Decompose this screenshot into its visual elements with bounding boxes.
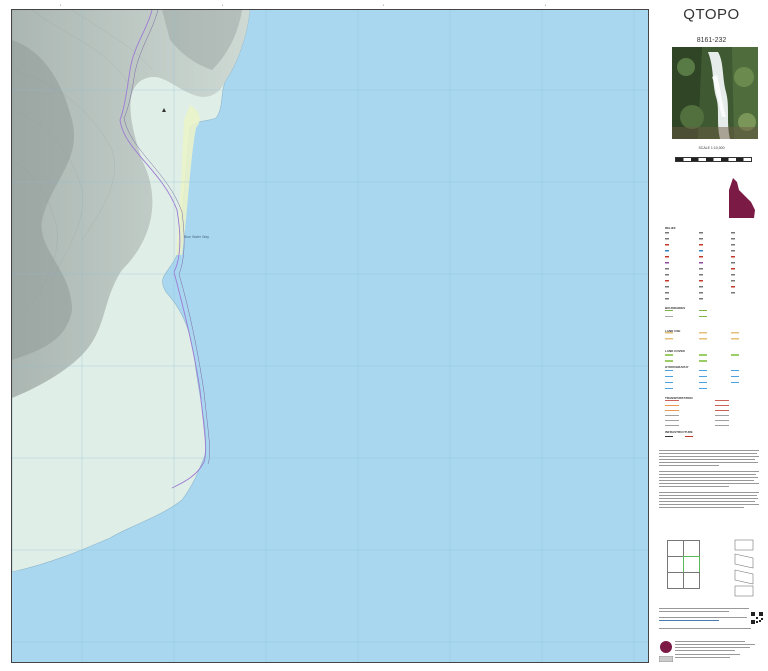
adjoining-sheet-n — [683, 540, 700, 557]
qld-government-crest — [660, 641, 672, 653]
map-title: QTOPO — [683, 6, 740, 23]
current-sheet-box — [683, 556, 700, 573]
sheet-number: 8161-232 — [696, 37, 727, 44]
queensland-locator-map — [729, 178, 755, 218]
qr-code-icon[interactable] — [751, 612, 763, 624]
map-sidebar: QTOPO 8161-232 SCALE 1:10,000 RELIEF BOU… — [655, 0, 768, 671]
footer-text-block — [659, 608, 751, 629]
copyright-text-block — [675, 641, 755, 658]
map-canvas[interactable]: Blue Water Way — [12, 10, 648, 662]
waterfall-photo — [672, 47, 758, 139]
grid-tick-label: ▪ — [383, 3, 385, 7]
grid-tick-label: ▪ — [222, 3, 224, 7]
legend-symbols — [665, 232, 739, 437]
map-frame[interactable]: Blue Water Way — [11, 9, 649, 663]
adjoining-sheet-sw — [667, 572, 684, 589]
adjoining-sheet-s — [683, 572, 700, 589]
scale-label: SCALE 1:10,000 — [698, 146, 725, 150]
grid-tick-label: ▪ — [545, 3, 547, 7]
place-label-blue-water-way: Blue Water Way — [184, 235, 209, 239]
adjoining-sheet-nw — [667, 540, 684, 557]
scale-bar — [675, 157, 752, 162]
grid-tick-label: ▪ — [60, 3, 62, 7]
folding-diagram — [734, 539, 754, 597]
adjoining-sheet-w — [667, 556, 684, 573]
cc-license-icon — [659, 656, 673, 662]
